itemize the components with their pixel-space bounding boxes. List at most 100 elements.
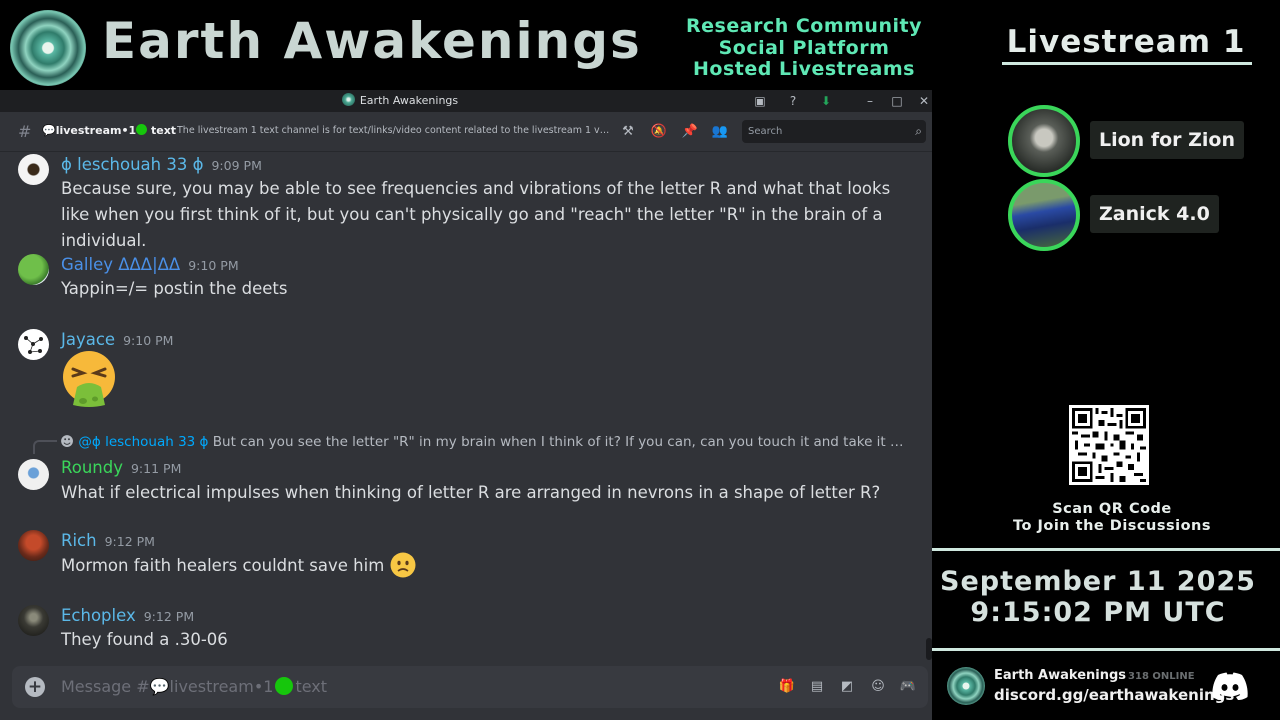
qr-code-graphic	[1072, 408, 1146, 482]
qr-code	[1069, 405, 1149, 485]
maximize-icon[interactable]: □	[889, 93, 905, 109]
message-composer[interactable]: + Message #💬livestream•1 text 🎁 ▤ ◩ ☺ 🎮	[12, 666, 928, 708]
scrollbar-thumb[interactable]	[926, 638, 932, 660]
message-content: Mormon faith healers couldnt save him	[61, 552, 921, 579]
earth-awakenings-logo	[10, 10, 86, 86]
green-circle-icon	[136, 124, 148, 135]
message-content: What if electrical impulses when thinkin…	[61, 483, 881, 502]
stream-banner: Earth Awakenings Research Community Soci…	[0, 0, 932, 90]
server-logo	[947, 667, 985, 705]
author-name[interactable]: Jayace	[61, 330, 115, 349]
search-placeholder: Search	[748, 126, 783, 137]
help-icon[interactable]: ?	[785, 93, 801, 109]
message-timestamp: 9:09 PM	[211, 158, 262, 173]
message-content: Yappin=/= postin the deets	[61, 279, 288, 298]
user-avatar[interactable]	[18, 530, 49, 561]
message-timestamp: 9:10 PM	[188, 258, 239, 273]
message-content: Because sure, you may be able to see fre…	[61, 179, 891, 250]
close-icon[interactable]: ✕	[916, 93, 932, 109]
channel-name-suffix: text	[150, 124, 177, 137]
author-name[interactable]: ɸ leschouah 33 ɸ	[61, 155, 203, 174]
message-timestamp: 9:12 PM	[104, 534, 155, 549]
online-count: 318 ONLINE	[1128, 671, 1195, 682]
message-timestamp: 9:10 PM	[123, 333, 174, 348]
banner-tag: Hosted Livestreams	[693, 58, 915, 80]
add-attachment-button[interactable]: +	[25, 677, 45, 697]
user-avatar[interactable]	[18, 605, 49, 636]
message-list[interactable]: ɸ leschouah 33 ɸ 9:09 PM Because sure, yo…	[0, 152, 932, 662]
user-avatar[interactable]	[18, 254, 49, 285]
qr-caption-line: Scan QR Code	[1052, 501, 1172, 517]
reply-connector	[33, 440, 57, 454]
divider	[932, 648, 1280, 651]
speaker-zanick: Zanick 4.0	[1008, 179, 1280, 251]
banner-tags: Research Community Social Platform Hoste…	[676, 15, 932, 81]
divider	[932, 548, 1280, 551]
sticker-icon[interactable]: ◩	[838, 678, 856, 696]
invite-link: discord.gg/earthawakenings	[994, 686, 1235, 704]
message-timestamp: 9:12 PM	[143, 609, 195, 624]
banner-tag: Research Community	[686, 15, 922, 37]
download-icon[interactable]: ⬇	[818, 93, 834, 109]
reply-avatar-icon: ☻	[60, 434, 75, 450]
gift-icon[interactable]: 🎁	[778, 678, 796, 696]
message-content: They found a .30-06	[61, 630, 228, 649]
window-titlebar: Earth Awakenings ▣ ? ⬇ – □ ✕	[0, 90, 932, 112]
user-avatar[interactable]	[18, 329, 49, 360]
threads-icon[interactable]: ⚒	[619, 123, 637, 141]
message-author[interactable]: Echoplex 9:12 PM	[61, 606, 194, 625]
placeholder-suffix: text	[295, 677, 328, 696]
speech-bubble-icon: 💬	[42, 124, 56, 137]
gif-icon[interactable]: ▤	[808, 678, 826, 696]
user-avatar[interactable]	[18, 459, 49, 490]
search-icon: ⌕	[915, 124, 922, 138]
title-underline	[1002, 62, 1252, 65]
server-icon	[341, 93, 355, 106]
placeholder-number: 1	[263, 677, 274, 696]
message-author[interactable]: Roundy 9:11 PM	[61, 458, 181, 477]
reply-mention[interactable]: @ɸ leschouah 33 ɸ	[78, 434, 208, 450]
emoji-icon[interactable]: ☺	[869, 678, 887, 696]
channel-topic[interactable]: The livestream 1 text channel is for tex…	[177, 125, 611, 136]
channel-header: # 💬livestream•1 text The livestream 1 te…	[0, 112, 932, 152]
placeholder-prefix: Message #	[61, 677, 150, 696]
inbox-icon[interactable]: ▣	[752, 93, 768, 109]
message-timestamp: 9:11 PM	[130, 461, 182, 476]
vomiting-face-emoji	[63, 351, 115, 407]
member-list-icon[interactable]: 👥	[711, 123, 729, 141]
window-title: Earth Awakenings	[0, 90, 800, 112]
reply-preview[interactable]: ☻ @ɸ leschouah 33 ɸ But can you see the …	[60, 434, 910, 450]
author-name[interactable]: Rich	[61, 531, 97, 550]
constellation-icon	[24, 336, 43, 354]
composer-placeholder[interactable]: Message #💬livestream•1 text	[61, 677, 327, 696]
speaker-lion-for-zion: Lion for Zion	[1008, 105, 1280, 177]
hash-icon: #	[18, 122, 32, 141]
channel-name-number: 1	[128, 124, 137, 137]
banner-tag: Social Platform	[718, 36, 890, 59]
qr-caption: Scan QR Code To Join the Discussions	[932, 501, 1280, 535]
banner-title: Earth Awakenings	[102, 12, 642, 70]
window-title-text: Earth Awakenings	[359, 94, 459, 107]
search-input[interactable]: Search ⌕	[742, 120, 926, 143]
author-name[interactable]: Galley ΔΔΔ|ΔΔ	[61, 255, 180, 274]
message-author[interactable]: Rich 9:12 PM	[61, 531, 155, 550]
livestream-title: Livestream 1	[1006, 24, 1246, 60]
stream-time: 9:15:02 PM UTC	[970, 597, 1226, 628]
author-name[interactable]: Echoplex	[61, 606, 136, 625]
speech-bubble-icon: 💬	[149, 677, 170, 696]
speaker-name: Lion for Zion	[1090, 121, 1244, 159]
server-name-text: Earth Awakenings	[994, 668, 1127, 683]
activities-icon[interactable]: 🎮	[899, 678, 917, 696]
channel-name: 💬livestream•1 text	[42, 124, 177, 137]
speaker-avatar	[1008, 105, 1080, 177]
author-name[interactable]: Roundy	[61, 458, 123, 477]
green-circle-icon	[275, 677, 294, 695]
notification-mute-icon[interactable]: 🔕	[650, 123, 668, 141]
user-avatar[interactable]	[18, 154, 49, 185]
livestream-side-panel: Livestream 1 Lion for Zion Zanick 4.0 Sc…	[932, 0, 1280, 720]
minimize-icon[interactable]: –	[862, 93, 878, 109]
message-author[interactable]: Galley ΔΔΔ|ΔΔ 9:10 PM	[61, 255, 239, 274]
pin-icon[interactable]: 📌	[681, 123, 699, 141]
message-author[interactable]: Jayace 9:10 PM	[61, 330, 173, 349]
message-author[interactable]: ɸ leschouah 33 ɸ 9:09 PM	[61, 155, 262, 174]
